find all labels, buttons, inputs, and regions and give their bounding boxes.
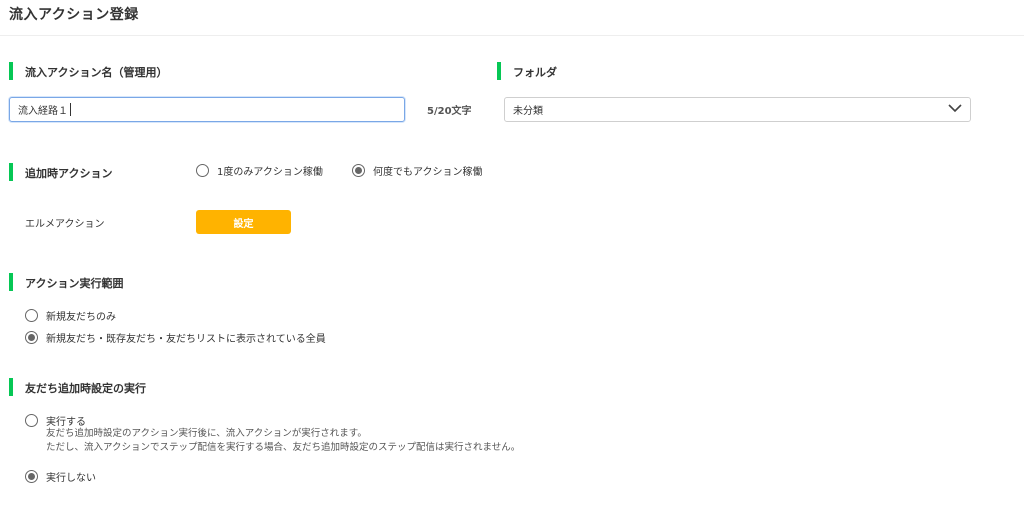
radio-always-circle[interactable] [352, 164, 365, 177]
section-marker [9, 378, 13, 396]
chevron-down-icon [948, 103, 962, 116]
radio-execute-circle[interactable] [25, 414, 38, 427]
set-button[interactable]: 設定 [196, 210, 291, 234]
radio-all-friends-circle[interactable] [25, 331, 38, 344]
radio-always[interactable]: 何度でもアクション稼働 [352, 163, 483, 178]
radio-new-friends[interactable]: 新規友だちのみ [25, 308, 116, 323]
friend-setting-label: 友だち追加時設定の実行 [25, 382, 146, 395]
folder-select[interactable]: 未分類 [504, 97, 971, 122]
title-divider [0, 35, 1024, 36]
radio-always-label: 何度でもアクション稼働 [373, 167, 483, 178]
radio-execute[interactable]: 実行する [25, 413, 86, 428]
execute-description: 友だち追加時設定のアクション実行後に、流入アクションが実行されます。 ただし、流… [46, 427, 520, 455]
action-name-input[interactable]: 流入経路１ [9, 97, 405, 122]
radio-once-circle[interactable] [196, 164, 209, 177]
section-marker [9, 62, 13, 80]
elme-action-label: エルメアクション [25, 219, 105, 230]
scope-label: アクション実行範囲 [25, 277, 124, 290]
execute-desc-line1: 友だち追加時設定のアクション実行後に、流入アクションが実行されます。 [46, 428, 367, 439]
add-action-label: 追加時アクション [25, 167, 113, 180]
section-marker [9, 163, 13, 181]
radio-no-execute[interactable]: 実行しない [25, 469, 96, 484]
char-counter: 5/20文字 [427, 106, 472, 117]
radio-no-execute-circle[interactable] [25, 470, 38, 483]
radio-new-friends-circle[interactable] [25, 309, 38, 322]
section-marker [9, 273, 13, 291]
action-name-value: 流入経路１ [18, 106, 68, 117]
folder-selected-value: 未分類 [513, 106, 543, 117]
text-caret [70, 103, 71, 116]
action-name-label: 流入アクション名（管理用） [25, 66, 168, 79]
radio-all-friends-label: 新規友だち・既存友だち・友だちリストに表示されている全員 [46, 334, 326, 345]
radio-execute-label: 実行する [46, 417, 86, 428]
radio-new-friends-label: 新規友だちのみ [46, 312, 116, 323]
execute-desc-line2: ただし、流入アクションでステップ配信を実行する場合、友だち追加時設定のステップ配… [46, 442, 521, 453]
radio-all-friends[interactable]: 新規友だち・既存友だち・友だちリストに表示されている全員 [25, 330, 326, 345]
radio-no-execute-label: 実行しない [46, 473, 96, 484]
page-title: 流入アクション登録 [9, 7, 139, 23]
section-marker [497, 62, 501, 80]
radio-once[interactable]: 1度のみアクション稼働 [196, 163, 323, 178]
folder-label: フォルダ [513, 66, 557, 79]
radio-once-label: 1度のみアクション稼働 [217, 167, 323, 178]
